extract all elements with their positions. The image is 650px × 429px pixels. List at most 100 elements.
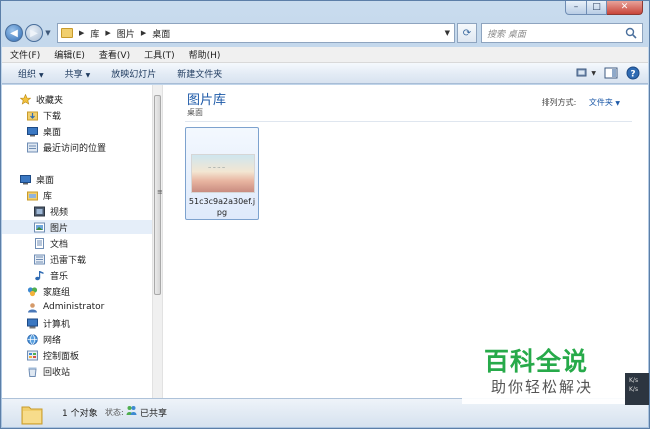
chevron-right-icon[interactable]: ▶ [79, 29, 84, 37]
arrange-by-dropdown[interactable]: 文件夹 ▼ [589, 98, 620, 107]
breadcrumb-pictures[interactable]: 图片 [117, 27, 135, 40]
explorer-window: – □ ✕ ◀ ▶ ▼ ▶ 库 ▶ 图片 ▶ 桌面 ▼ ⟳ 搜索 桌面 文件(F… [0, 0, 650, 429]
menu-file[interactable]: 文件(F) [10, 48, 40, 61]
change-view-icon[interactable] [576, 66, 590, 80]
search-icon[interactable] [625, 27, 637, 39]
nav-label: 音乐 [50, 271, 69, 282]
organize-label: 组织 [18, 69, 37, 80]
nav-item-desktop[interactable]: 桌面 [2, 172, 152, 186]
address-row: ◀ ▶ ▼ ▶ 库 ▶ 图片 ▶ 桌面 ▼ ⟳ 搜索 桌面 [5, 21, 643, 45]
pictures-library-icon [34, 222, 45, 232]
window-caption-buttons: – □ ✕ [565, 1, 643, 15]
nav-item-favorites[interactable]: 收藏夹 [2, 92, 152, 106]
nav-label: 视频 [50, 207, 69, 218]
control-panel-icon [27, 350, 38, 360]
nav-item-recent-places[interactable]: 最近访问的位置 [2, 140, 152, 154]
address-bar[interactable]: ▶ 库 ▶ 图片 ▶ 桌面 ▼ [57, 23, 455, 43]
desktop-icon [20, 174, 31, 184]
desktop-icon [27, 126, 38, 136]
documents-library-icon [35, 237, 44, 249]
nav-label: 图片 [50, 223, 69, 234]
nav-item-pictures[interactable]: 图片 [2, 220, 152, 234]
library-icon [27, 191, 38, 200]
header-divider [185, 121, 632, 122]
recycle-bin-icon [28, 367, 37, 377]
file-item[interactable]: ~ ~ ~ ~ 51c3c9a2a30ef.jpg [185, 127, 259, 220]
user-folder-icon [28, 302, 37, 312]
share-label: 共享 [64, 69, 83, 80]
nav-label: 桌面 [36, 175, 55, 186]
nav-label: Administrator [43, 302, 105, 312]
menu-help[interactable]: 帮助(H) [189, 48, 221, 61]
refresh-icon: ⟳ [462, 27, 472, 39]
search-placeholder: 搜索 桌面 [487, 29, 526, 40]
preview-pane-icon[interactable] [604, 66, 618, 80]
svg-text:?: ? [630, 70, 635, 80]
nav-item-music[interactable]: 音乐 [2, 268, 152, 282]
nav-item-desktop-favorite[interactable]: 桌面 [2, 124, 152, 138]
watermark: 百科全说 助你轻松解决 [462, 328, 625, 404]
breadcrumb-desktop[interactable]: 桌面 [152, 27, 170, 40]
nav-label: 下载 [43, 111, 62, 122]
nav-label: 文档 [50, 239, 69, 250]
nav-item-network[interactable]: 网络 [2, 332, 152, 346]
recent-places-icon [27, 142, 38, 152]
view-controls: ▼ ? [568, 66, 640, 80]
folder-icon [61, 28, 73, 38]
refresh-button[interactable]: ⟳ [457, 23, 477, 43]
nav-scrollbar-thumb[interactable]: ≡ [154, 95, 163, 295]
file-name: 51c3c9a2a30ef.jpg [188, 197, 256, 217]
nav-item-recycle-bin[interactable]: 回收站 [2, 364, 152, 378]
nav-label: 收藏夹 [36, 95, 64, 106]
menu-view[interactable]: 查看(V) [99, 48, 130, 61]
nav-item-libraries[interactable]: 库 [2, 188, 152, 202]
library-subtitle: 桌面 [187, 108, 203, 117]
image-thumbnail: ~ ~ ~ ~ [191, 154, 255, 193]
nav-item-documents[interactable]: 文档 [2, 236, 152, 250]
breadcrumb-libraries[interactable]: 库 [90, 27, 99, 40]
back-button[interactable]: ◀ [5, 24, 23, 42]
share-button[interactable]: 共享 ▼ [65, 67, 91, 80]
nav-item-downloads[interactable]: 下载 [2, 108, 152, 122]
slideshow-button[interactable]: 放映幻灯片 [111, 67, 156, 80]
forward-button[interactable]: ▶ [25, 24, 43, 42]
arrange-by-value: 文件夹 [588, 98, 613, 107]
download-folder-icon [34, 254, 45, 264]
nav-item-xunlei-downloads[interactable]: 迅雷下载 [2, 252, 152, 266]
nav-label: 最近访问的位置 [43, 143, 107, 154]
recent-pages-dropdown[interactable]: ▼ [43, 29, 53, 37]
folder-icon [21, 406, 43, 425]
menu-tools[interactable]: 工具(T) [144, 48, 175, 61]
minimize-button[interactable]: – [565, 1, 587, 15]
maximize-button[interactable]: □ [587, 1, 607, 15]
organize-button[interactable]: 组织 ▼ [18, 67, 44, 80]
back-arrow-icon: ◀ [10, 27, 18, 39]
chevron-down-icon: ▼ [39, 71, 44, 79]
watermark-title: 百科全说 [484, 347, 589, 376]
close-button[interactable]: ✕ [607, 1, 643, 15]
scrollbar-grip-icon: ≡ [157, 188, 163, 196]
menu-edit[interactable]: 编辑(E) [54, 48, 85, 61]
forward-arrow-icon: ▶ [30, 27, 38, 39]
nav-item-computer[interactable]: 计算机 [2, 316, 152, 330]
chevron-right-icon[interactable]: ▶ [105, 29, 110, 37]
search-input[interactable]: 搜索 桌面 [481, 23, 643, 43]
video-library-icon [34, 206, 45, 216]
nav-item-videos[interactable]: 视频 [2, 204, 152, 218]
nav-label: 控制面板 [43, 351, 80, 362]
nav-label: 家庭组 [43, 287, 71, 298]
command-bar: 组织 ▼ 共享 ▼ 放映幻灯片 新建文件夹 ▼ ? [2, 63, 648, 84]
nav-item-homegroup[interactable]: 家庭组 [2, 284, 152, 298]
help-icon[interactable]: ? [626, 66, 640, 80]
taskbar-speed-readout: K/s K/s [625, 373, 649, 405]
view-dropdown-icon[interactable]: ▼ [591, 70, 596, 77]
nav-item-administrator[interactable]: Administrator [2, 300, 152, 314]
nav-item-control-panel[interactable]: 控制面板 [2, 348, 152, 362]
arrange-by: 排列方式: 文件夹 ▼ [542, 97, 620, 108]
nav-scrollbar[interactable]: ≡ [152, 85, 163, 398]
chevron-right-icon[interactable]: ▶ [141, 29, 146, 37]
shared-users-icon [126, 406, 137, 415]
new-folder-button[interactable]: 新建文件夹 [177, 67, 222, 80]
item-count: 1 个对象 [62, 409, 98, 419]
address-dropdown-icon[interactable]: ▼ [445, 29, 450, 37]
